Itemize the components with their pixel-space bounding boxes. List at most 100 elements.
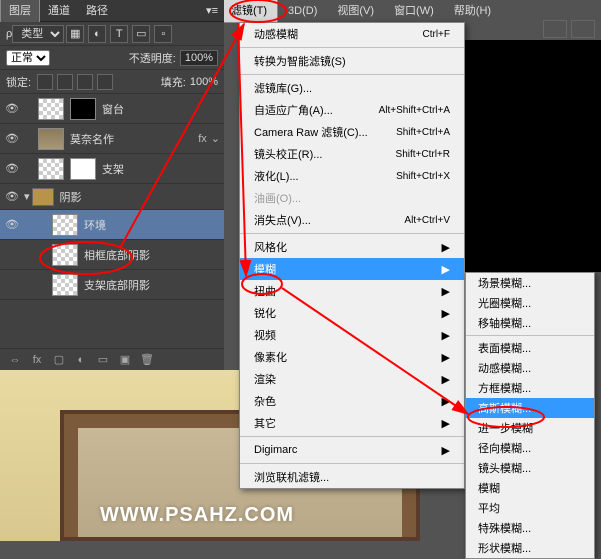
visibility-icon[interactable]: 👁 bbox=[4, 161, 20, 177]
layer-name: 支架 bbox=[102, 161, 220, 177]
layer-name: 支架底部阴影 bbox=[84, 277, 220, 293]
new-layer-icon[interactable]: ▣ bbox=[116, 352, 134, 368]
filter-smart-icon[interactable]: ▫ bbox=[154, 25, 172, 43]
filter-menu: 动感模糊Ctrl+F 转换为智能滤镜(S) 滤镜库(G)... 自适应广角(A)… bbox=[239, 22, 465, 489]
right-toolbar bbox=[541, 18, 601, 40]
mi-adaptive-wide[interactable]: 自适应广角(A)...Alt+Shift+Ctrl+A bbox=[240, 99, 464, 121]
mi-render[interactable]: 渲染▶ bbox=[240, 368, 464, 390]
mi-motion-blur[interactable]: 动感模糊... bbox=[466, 358, 594, 378]
mi-camera-raw[interactable]: Camera Raw 滤镜(C)...Shift+Ctrl+A bbox=[240, 121, 464, 143]
opacity-label: 不透明度: bbox=[129, 50, 176, 66]
menu-window[interactable]: 窗口(W) bbox=[384, 0, 444, 22]
mi-blur[interactable]: 模糊 bbox=[466, 478, 594, 498]
menu-3d[interactable]: 3D(D) bbox=[278, 0, 327, 22]
fill-label: 填充: bbox=[161, 74, 186, 90]
layer-row[interactable]: 👁 支架 bbox=[0, 154, 224, 184]
mi-liquify[interactable]: 液化(L)...Shift+Ctrl+X bbox=[240, 165, 464, 187]
mask-icon[interactable]: ▢ bbox=[50, 352, 68, 368]
group-disclosure-icon[interactable]: ▾ bbox=[24, 190, 30, 203]
visibility-icon[interactable] bbox=[4, 247, 20, 263]
filter-shape-icon[interactable]: ▭ bbox=[132, 25, 150, 43]
fx-badge[interactable]: fx bbox=[198, 133, 207, 145]
delete-layer-icon[interactable]: 🗑 bbox=[138, 352, 156, 368]
mi-radial-blur[interactable]: 径向模糊... bbox=[466, 438, 594, 458]
mi-convert-smart[interactable]: 转换为智能滤镜(S) bbox=[240, 50, 464, 72]
filter-row: ρ 类型 ▦ ◐ T ▭ ▫ bbox=[0, 22, 224, 46]
mi-stylize[interactable]: 风格化▶ bbox=[240, 236, 464, 258]
group-icon[interactable]: ▭ bbox=[94, 352, 112, 368]
lock-other-icon[interactable] bbox=[97, 74, 113, 90]
panel-tabs: 图层 通道 路径 ▾≡ bbox=[0, 0, 224, 22]
mi-other[interactable]: 其它▶ bbox=[240, 412, 464, 434]
chevron-icon[interactable]: ⌄ bbox=[211, 132, 220, 145]
mi-digimarc[interactable]: Digimarc▶ bbox=[240, 439, 464, 461]
opacity-value[interactable]: 100% bbox=[180, 50, 218, 66]
layers-panel: 图层 通道 路径 ▾≡ ρ 类型 ▦ ◐ T ▭ ▫ 正常 不透明度: 100%… bbox=[0, 0, 224, 370]
layer-thumb bbox=[38, 158, 64, 180]
mi-blur[interactable]: 模糊▶ bbox=[240, 258, 464, 280]
layer-row[interactable]: 👁 莫奈名作 fx ⌄ bbox=[0, 124, 224, 154]
mi-noise[interactable]: 杂色▶ bbox=[240, 390, 464, 412]
panel-menu-icon[interactable]: ▾≡ bbox=[200, 0, 224, 22]
visibility-icon[interactable]: 👁 bbox=[4, 189, 20, 205]
mi-iris-blur[interactable]: 光圈模糊... bbox=[466, 293, 594, 313]
filter-text-icon[interactable]: T bbox=[110, 25, 128, 43]
menu-filter[interactable]: 滤镜(T) bbox=[220, 0, 278, 23]
mi-gaussian-blur[interactable]: 高斯模糊... bbox=[466, 398, 594, 418]
mi-box-blur[interactable]: 方框模糊... bbox=[466, 378, 594, 398]
mi-sharpen[interactable]: 锐化▶ bbox=[240, 302, 464, 324]
fx-icon[interactable]: fx bbox=[28, 352, 46, 368]
mi-field-blur[interactable]: 场景模糊... bbox=[466, 273, 594, 293]
mi-lens-correct[interactable]: 镜头校正(R)...Shift+Ctrl+R bbox=[240, 143, 464, 165]
mi-special-blur[interactable]: 特殊模糊... bbox=[466, 518, 594, 538]
lock-all-icon[interactable] bbox=[77, 74, 93, 90]
mi-distort[interactable]: 扭曲▶ bbox=[240, 280, 464, 302]
link-layers-icon[interactable]: ⇔ bbox=[6, 352, 24, 368]
layer-thumb bbox=[52, 214, 78, 236]
mi-vanishing[interactable]: 消失点(V)...Alt+Ctrl+V bbox=[240, 209, 464, 231]
lock-row: 锁定: 填充: 100% bbox=[0, 70, 224, 94]
layer-thumb bbox=[52, 274, 78, 296]
mi-further-blur[interactable]: 进一步模糊 bbox=[466, 418, 594, 438]
layer-row[interactable]: 👁 环境 bbox=[0, 210, 224, 240]
layer-thumb bbox=[38, 98, 64, 120]
visibility-icon[interactable] bbox=[4, 277, 20, 293]
mi-motion-blur-last[interactable]: 动感模糊Ctrl+F bbox=[240, 23, 464, 45]
layer-thumb bbox=[38, 128, 64, 150]
mi-video[interactable]: 视频▶ bbox=[240, 324, 464, 346]
toolbar-icon-2[interactable] bbox=[571, 20, 595, 38]
mi-shape-blur[interactable]: 形状模糊... bbox=[466, 538, 594, 558]
filter-pixel-icon[interactable]: ▦ bbox=[66, 25, 84, 43]
mi-pixelate[interactable]: 像素化▶ bbox=[240, 346, 464, 368]
layer-group-row[interactable]: 👁 ▾ 阴影 bbox=[0, 184, 224, 210]
blur-submenu: 场景模糊... 光圈模糊... 移轴模糊... 表面模糊... 动感模糊... … bbox=[465, 272, 595, 559]
visibility-icon[interactable]: 👁 bbox=[4, 217, 20, 233]
lock-label: 锁定: bbox=[6, 74, 31, 90]
fill-value[interactable]: 100% bbox=[190, 76, 218, 88]
layer-row[interactable]: 相框底部阴影 bbox=[0, 240, 224, 270]
filter-adjust-icon[interactable]: ◐ bbox=[88, 25, 106, 43]
visibility-icon[interactable]: 👁 bbox=[4, 131, 20, 147]
tab-paths[interactable]: 路径 bbox=[78, 0, 116, 22]
mi-filter-gallery[interactable]: 滤镜库(G)... bbox=[240, 77, 464, 99]
lock-pixels-icon[interactable] bbox=[37, 74, 53, 90]
lock-position-icon[interactable] bbox=[57, 74, 73, 90]
layers-panel-footer: ⇔ fx ▢ ◐ ▭ ▣ 🗑 bbox=[0, 348, 224, 370]
adjustment-icon[interactable]: ◐ bbox=[72, 352, 90, 368]
type-select[interactable]: 类型 bbox=[12, 25, 64, 43]
layer-row[interactable]: 👁 窗台 bbox=[0, 94, 224, 124]
tab-layers[interactable]: 图层 bbox=[0, 0, 40, 22]
menu-help[interactable]: 帮助(H) bbox=[444, 0, 501, 22]
mi-average[interactable]: 平均 bbox=[466, 498, 594, 518]
visibility-icon[interactable]: 👁 bbox=[4, 101, 20, 117]
layer-row[interactable]: 支架底部阴影 bbox=[0, 270, 224, 300]
mi-lens-blur[interactable]: 镜头模糊... bbox=[466, 458, 594, 478]
mi-browse-online[interactable]: 浏览联机滤镜... bbox=[240, 466, 464, 488]
toolbar-icon-1[interactable] bbox=[543, 20, 567, 38]
menu-view[interactable]: 视图(V) bbox=[327, 0, 384, 22]
tab-channels[interactable]: 通道 bbox=[40, 0, 78, 22]
layer-mask bbox=[70, 98, 96, 120]
mi-surface-blur[interactable]: 表面模糊... bbox=[466, 338, 594, 358]
mi-tilt-shift[interactable]: 移轴模糊... bbox=[466, 313, 594, 333]
blend-mode-select[interactable]: 正常 bbox=[6, 50, 50, 66]
